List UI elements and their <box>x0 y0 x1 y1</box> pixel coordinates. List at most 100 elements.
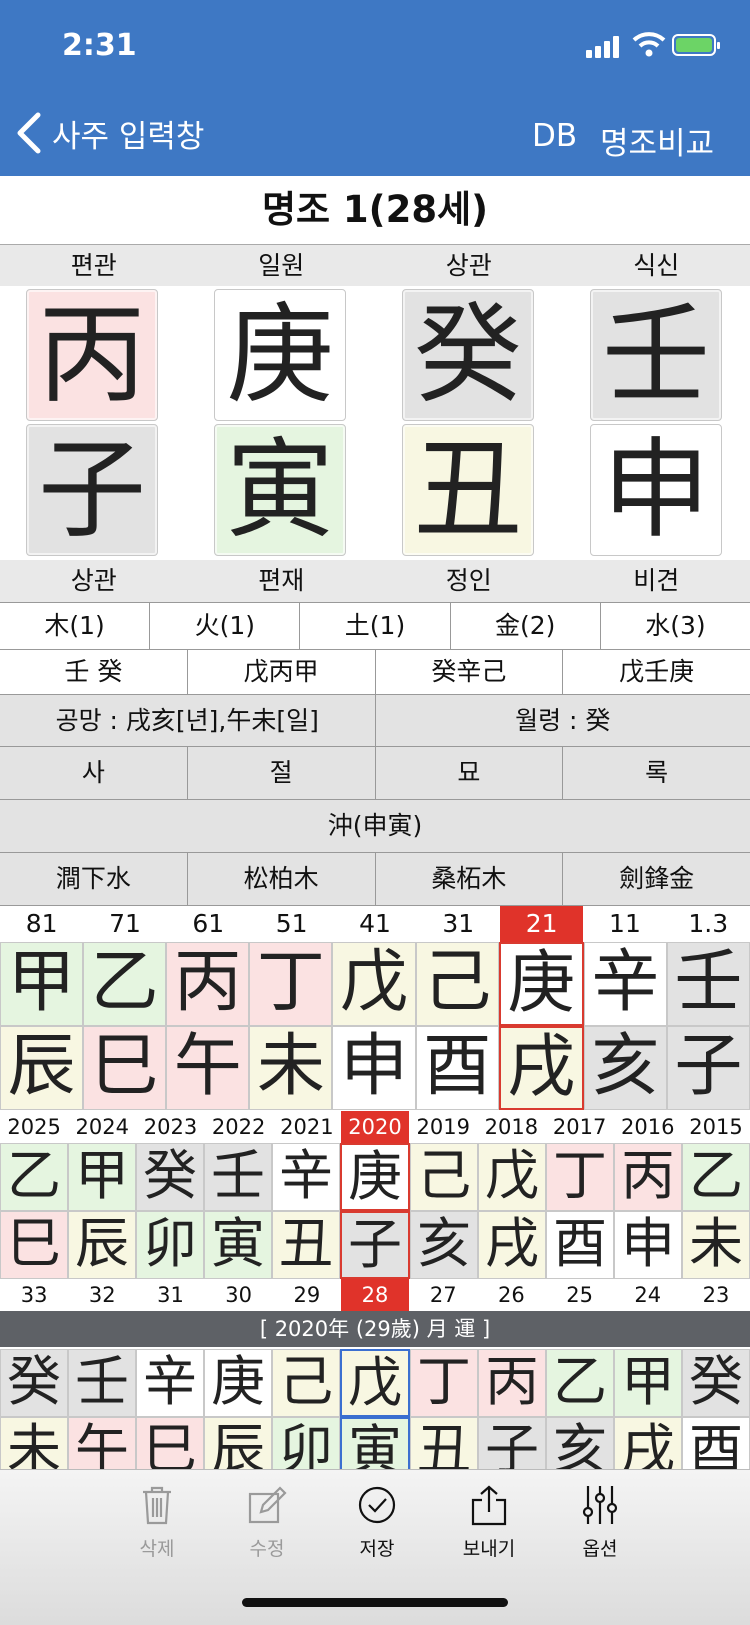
sewoon-branch-cell[interactable]: 未 <box>682 1211 750 1279</box>
sewoon-stem-cell[interactable]: 戊 <box>478 1143 546 1211</box>
hidden-stem-cell: 戊壬庚 <box>563 649 750 694</box>
wolwoon-branch-cell[interactable]: 辰 <box>204 1417 272 1469</box>
sewoon-branch-cell[interactable]: 丑 <box>272 1211 340 1279</box>
sewoon-branch-cell[interactable]: 巳 <box>0 1211 68 1279</box>
sewoon-stem-cell[interactable]: 丁 <box>546 1143 614 1211</box>
year-stem-tile[interactable]: 丙 <box>26 289 158 421</box>
wolwoon-branch-cell[interactable]: 巳 <box>136 1417 204 1469</box>
wolryeong-text: 월령 : 癸 <box>376 695 750 746</box>
daewoon-stem-cell[interactable]: 丁 <box>249 942 332 1026</box>
daewoon-stem-cell[interactable]: 庚 <box>499 942 584 1026</box>
sewoon-branch-cell[interactable]: 戌 <box>478 1211 546 1279</box>
wolwoon-stem-cell[interactable]: 癸 <box>682 1349 750 1417</box>
wolwoon-branch-cell[interactable]: 卯 <box>272 1417 340 1469</box>
wolwoon-stem-cell[interactable]: 己 <box>272 1349 340 1417</box>
sewoon-year-label: 2025 <box>0 1111 68 1143</box>
month-branch-tile[interactable]: 丑 <box>402 424 534 556</box>
sewoon-year-label: 2022 <box>205 1111 273 1143</box>
hour-branch-tile[interactable]: 申 <box>590 424 722 556</box>
edit-label: 수정 <box>222 1534 312 1561</box>
wolwoon-branch-cell[interactable]: 午 <box>68 1417 136 1469</box>
sewoon-branch-cell[interactable]: 寅 <box>204 1211 272 1279</box>
sewoon-branches-row: 巳辰卯寅丑子亥戌酉申未 <box>0 1211 750 1279</box>
daewoon-branch-cell[interactable]: 辰 <box>0 1026 83 1110</box>
sewoon-branch-cell[interactable]: 酉 <box>546 1211 614 1279</box>
sewoon-branch-cell[interactable]: 子 <box>340 1211 410 1279</box>
daewoon-stem-cell[interactable]: 戊 <box>332 942 415 1026</box>
sewoon-stem-cell[interactable]: 癸 <box>136 1143 204 1211</box>
wolwoon-stem-cell[interactable]: 壬 <box>68 1349 136 1417</box>
back-button[interactable]: 사주 입력창 <box>14 108 204 158</box>
daewoon-stem-cell[interactable]: 乙 <box>83 942 166 1026</box>
wolwoon-stem-cell[interactable]: 乙 <box>546 1349 614 1417</box>
daewoon-branch-cell[interactable]: 亥 <box>584 1026 667 1110</box>
daewoon-stem-cell[interactable]: 己 <box>416 942 499 1026</box>
sewoon-stem-cell[interactable]: 庚 <box>340 1143 410 1211</box>
sewoon-stem-cell[interactable]: 乙 <box>682 1143 750 1211</box>
year-branch-tile[interactable]: 子 <box>26 424 158 556</box>
wolwoon-branch-cell[interactable]: 子 <box>478 1417 546 1469</box>
day-branch-tile[interactable]: 寅 <box>214 424 346 556</box>
wolwoon-branch-cell[interactable]: 戌 <box>614 1417 682 1469</box>
daewoon-branch-cell[interactable]: 子 <box>667 1026 750 1110</box>
wolwoon-stem-cell[interactable]: 辛 <box>136 1349 204 1417</box>
save-button[interactable]: 저장 <box>332 1484 422 1561</box>
month-stem-tile[interactable]: 癸 <box>402 289 534 421</box>
wolwoon-stem-cell[interactable]: 戊 <box>340 1349 410 1417</box>
edit-button[interactable]: 수정 <box>222 1484 312 1561</box>
edit-icon <box>247 1484 287 1526</box>
daewoon-stem-cell[interactable]: 丙 <box>166 942 249 1026</box>
stem-label: 상관 <box>375 245 563 287</box>
daewoon-branch-cell[interactable]: 酉 <box>416 1026 499 1110</box>
wolwoon-branch-cell[interactable]: 未 <box>0 1417 68 1469</box>
sewoon-year-label: 2019 <box>409 1111 477 1143</box>
hidden-stems-row: 壬 癸 戊丙甲 癸辛己 戊壬庚 <box>0 649 750 695</box>
hidden-stem-cell: 癸辛己 <box>376 649 564 694</box>
sewoon-branch-cell[interactable]: 辰 <box>68 1211 136 1279</box>
daewoon-branch-cell[interactable]: 巳 <box>83 1026 166 1110</box>
daewoon-stem-cell[interactable]: 壬 <box>667 942 750 1026</box>
sewoon-stem-cell[interactable]: 甲 <box>68 1143 136 1211</box>
sewoon-branch-cell[interactable]: 亥 <box>410 1211 478 1279</box>
sewoon-branch-cell[interactable]: 卯 <box>136 1211 204 1279</box>
daewoon-branch-cell[interactable]: 未 <box>249 1026 332 1110</box>
sewoon-stem-cell[interactable]: 辛 <box>272 1143 340 1211</box>
compare-button[interactable]: 명조비교 <box>600 118 714 163</box>
sewoon-stem-cell[interactable]: 乙 <box>0 1143 68 1211</box>
wolwoon-stem-cell[interactable]: 丙 <box>478 1349 546 1417</box>
wolwoon-stem-cell[interactable]: 丁 <box>410 1349 478 1417</box>
wolwoon-branch-cell[interactable]: 亥 <box>546 1417 614 1469</box>
wolwoon-branch-cell[interactable]: 寅 <box>340 1417 410 1469</box>
wolwoon-branch-cell[interactable]: 酉 <box>682 1417 750 1469</box>
sewoon-stem-cell[interactable]: 己 <box>410 1143 478 1211</box>
daewoon-branch-cell[interactable]: 午 <box>166 1026 249 1110</box>
element-count-row: 木(1) 火(1) 土(1) 金(2) 水(3) <box>0 602 750 650</box>
daewoon-stem-cell[interactable]: 甲 <box>0 942 83 1026</box>
wolwoon-stem-cell[interactable]: 甲 <box>614 1349 682 1417</box>
daewoon-branch-cell[interactable]: 申 <box>332 1026 415 1110</box>
wolwoon-branch-cell[interactable]: 丑 <box>410 1417 478 1469</box>
options-button[interactable]: 옵션 <box>555 1484 645 1561</box>
sewoon-year-label: 2017 <box>546 1111 614 1143</box>
send-button[interactable]: 보내기 <box>444 1484 534 1561</box>
sewoon-branch-cell[interactable]: 申 <box>614 1211 682 1279</box>
delete-button[interactable]: 삭제 <box>112 1484 202 1561</box>
daewoon-stem-cell[interactable]: 辛 <box>584 942 667 1026</box>
hour-stem-tile[interactable]: 壬 <box>590 289 722 421</box>
element-count-wood: 木(1) <box>0 603 150 649</box>
wolwoon-stem-cell[interactable]: 癸 <box>0 1349 68 1417</box>
daewoon-branch-cell[interactable]: 戌 <box>499 1026 584 1110</box>
day-master-tile[interactable]: 庚 <box>214 289 346 421</box>
clash-text: 沖(申寅) <box>0 800 750 852</box>
db-button[interactable]: DB <box>532 118 577 154</box>
sliders-icon <box>580 1484 620 1526</box>
branch-label: 비견 <box>563 560 750 602</box>
sewoon-age-label: 25 <box>546 1279 614 1311</box>
sewoon-stem-cell[interactable]: 丙 <box>614 1143 682 1211</box>
sewoon-ages-row: 3332313029282726252423 <box>0 1279 750 1311</box>
sewoon-stem-cell[interactable]: 壬 <box>204 1143 272 1211</box>
back-label: 사주 입력창 <box>52 111 204 156</box>
four-pillars: 丙 庚 癸 壬 子 寅 丑 申 <box>0 286 750 560</box>
stem-labels-row: 편관 일원 상관 식신 <box>0 245 750 287</box>
wolwoon-stem-cell[interactable]: 庚 <box>204 1349 272 1417</box>
